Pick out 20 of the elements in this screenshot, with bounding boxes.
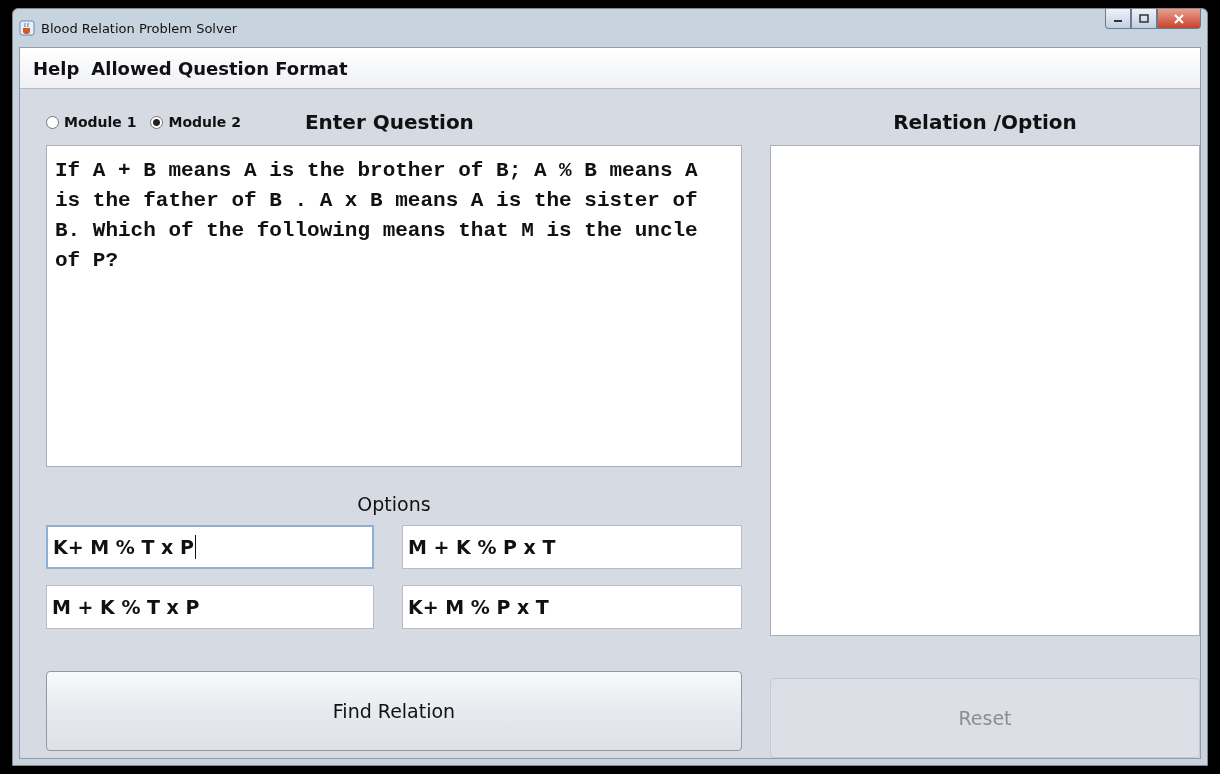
option-field[interactable]: K+ M % P x T <box>402 585 742 629</box>
find-relation-button[interactable]: Find Relation <box>46 671 742 751</box>
menu-item[interactable]: Allowed Question Format <box>91 57 348 79</box>
module-radio[interactable]: Module 1 <box>46 114 137 130</box>
close-icon <box>1173 13 1185 24</box>
minimize-button[interactable] <box>1105 9 1131 29</box>
options-heading: Options <box>357 493 431 515</box>
option-field[interactable]: K+ M % T x P <box>46 525 374 569</box>
module-radio[interactable]: Module 2 <box>150 114 241 130</box>
menu-item[interactable]: Help <box>33 57 80 79</box>
option-field[interactable]: M + K % P x T <box>402 525 742 569</box>
close-button[interactable] <box>1157 9 1201 29</box>
maximize-icon <box>1139 14 1149 23</box>
question-text-area[interactable]: If A + B means A is the brother of B; A % B means A is the father of B . A x B means A is the sister of B. Which of the following means that M is the uncle of P? <box>46 145 742 467</box>
window-title: Blood Relation Problem Solver <box>41 20 237 36</box>
maximize-button[interactable] <box>1131 9 1157 29</box>
java-cup-icon <box>19 20 35 36</box>
option-field[interactable]: M + K % T x P <box>46 585 374 629</box>
question-heading: Enter Question <box>304 110 474 134</box>
result-heading: Relation /Option <box>893 110 1077 134</box>
